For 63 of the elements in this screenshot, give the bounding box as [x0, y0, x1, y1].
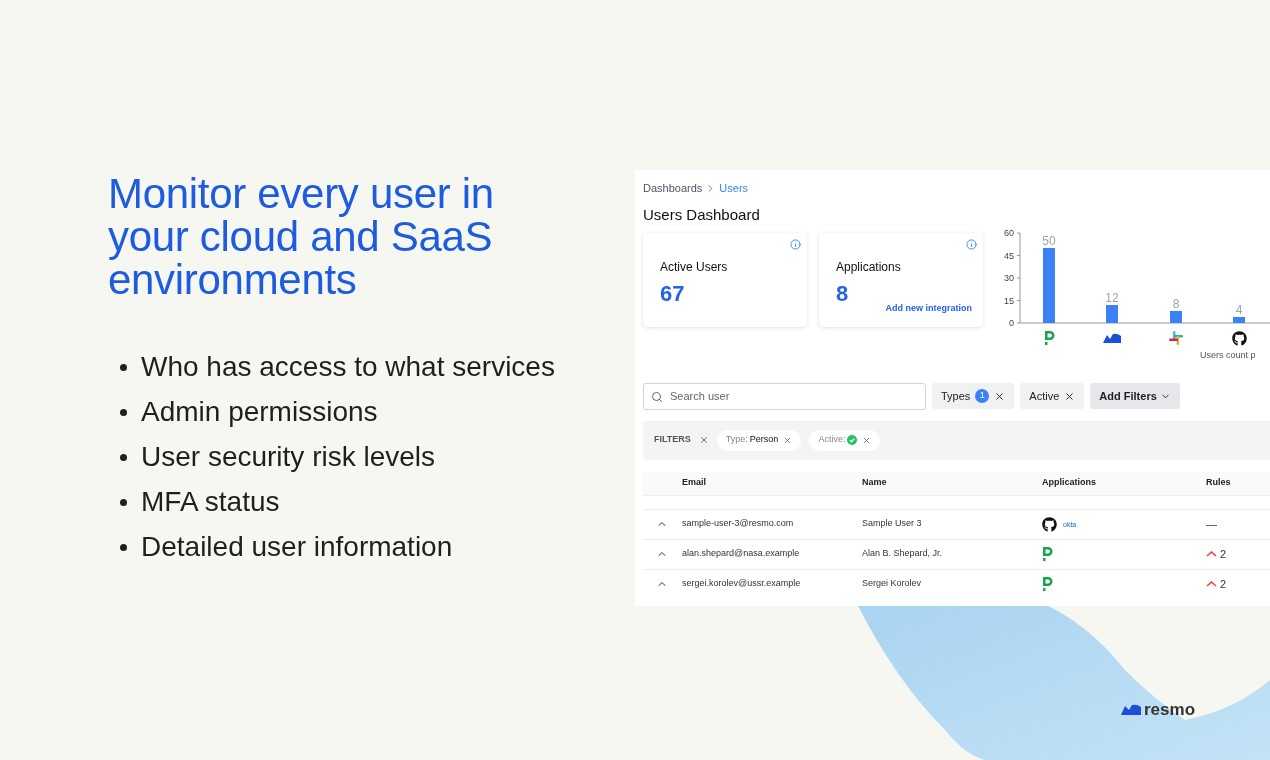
- headline: Monitor every user in your cloud and SaaS environments: [108, 172, 495, 301]
- card-value: 8: [836, 281, 850, 307]
- page-title: Users Dashboard: [643, 204, 761, 225]
- chart-bar: [1170, 311, 1182, 323]
- table-cell-text: 2: [1220, 576, 1227, 592]
- column-header: Name: [862, 476, 888, 490]
- check-icon: [847, 435, 858, 445]
- filter-tag[interactable]: Type: Person: [716, 429, 802, 451]
- brand-logo-icon: [1121, 704, 1141, 716]
- info-icon[interactable]: [966, 239, 977, 250]
- add-filters-button[interactable]: Add Filters: [1090, 383, 1180, 409]
- y-tick-label: 45: [1004, 250, 1014, 261]
- table-cell-text: Sergei Korolev: [862, 577, 923, 591]
- column-header: Rules: [1206, 476, 1232, 490]
- hash-icon: [1169, 331, 1183, 345]
- card-label: Applications: [836, 259, 902, 276]
- add-integration-link[interactable]: Add new integration: [885, 301, 972, 315]
- brand-name: resmo: [1144, 699, 1196, 721]
- y-tick-label: 0: [1009, 318, 1014, 328]
- close-icon[interactable]: [1064, 390, 1076, 402]
- filters-label: FILTERS: [654, 433, 691, 447]
- table-cell-text: alan.shepard@nasa.example: [682, 547, 801, 561]
- table-cell-text: sergei.korolev@ussr.example: [682, 577, 802, 591]
- y-tick-label: 30: [1004, 273, 1014, 283]
- bar-value-label: 4: [1235, 303, 1243, 317]
- y-tick-label: 60: [1004, 228, 1014, 238]
- bar-value-label: 50: [1042, 234, 1056, 248]
- pagerduty-icon: [1042, 547, 1053, 561]
- chart-x-label: Users count p: [1200, 349, 1257, 362]
- y-tick-label: 15: [1004, 295, 1014, 306]
- chart-bar: [1233, 317, 1245, 323]
- github-icon: [1042, 516, 1057, 532]
- bar-value-label: 12: [1105, 291, 1119, 305]
- filter-chip[interactable]: Active: [1020, 383, 1085, 409]
- github-icon: [1231, 330, 1247, 346]
- filter-chip[interactable]: Types 1: [932, 383, 1015, 409]
- table-cell-text: Sample User 3: [862, 517, 923, 531]
- column-header: Email: [682, 476, 707, 490]
- breadcrumb-link[interactable]: Dashboards: [643, 180, 703, 197]
- bullet-text: Who has access to what services: [141, 351, 555, 383]
- bullet-text: User security risk levels: [141, 441, 436, 473]
- count-badge: 1: [975, 389, 990, 403]
- filter-tag[interactable]: Active:: [809, 429, 881, 451]
- table-cell-text: Alan B. Shepard, Jr.: [862, 547, 944, 561]
- mountain-icon: [1103, 333, 1121, 343]
- bar-value-label: 8: [1172, 297, 1180, 311]
- card-label: Active Users: [660, 259, 729, 276]
- card-value: 67: [660, 281, 686, 307]
- search-icon: [651, 390, 663, 403]
- column-header: Applications: [1042, 476, 1097, 490]
- chart-bar: [1106, 305, 1118, 323]
- bullet-text: Admin permissions: [141, 396, 378, 428]
- close-icon[interactable]: [994, 390, 1006, 402]
- table-cell-text: —: [1206, 516, 1217, 532]
- bullet-text: MFA status: [141, 486, 280, 518]
- table-cell-text: sample-user-3@resmo.com: [682, 517, 795, 531]
- info-icon[interactable]: [790, 239, 801, 250]
- pagerduty-icon: [1043, 331, 1055, 345]
- table-cell-text: 2: [1220, 546, 1227, 562]
- breadcrumb-link[interactable]: Users: [719, 180, 749, 197]
- bullet-text: Detailed user information: [141, 531, 453, 563]
- search-field[interactable]: Search user: [643, 382, 926, 410]
- pagerduty-icon: [1042, 577, 1053, 591]
